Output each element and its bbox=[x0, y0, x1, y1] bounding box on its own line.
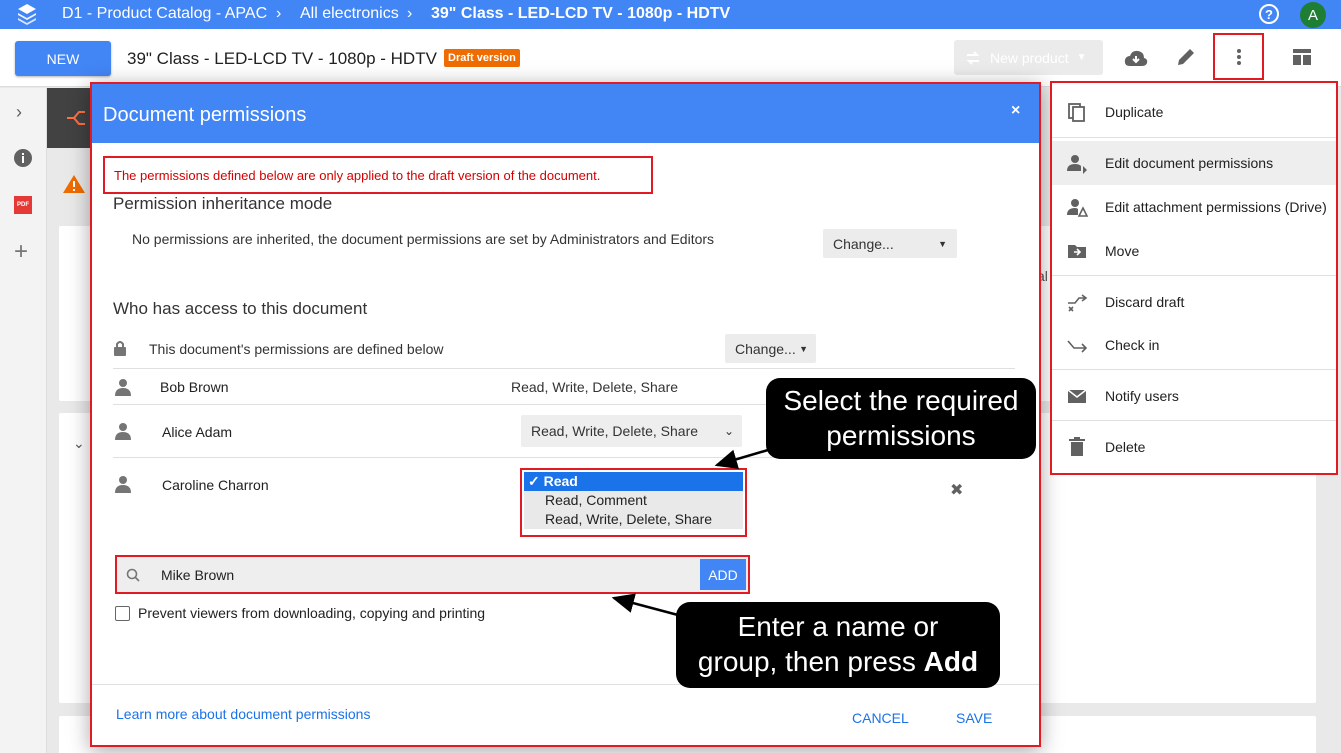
callout-arrow bbox=[611, 593, 679, 617]
callout-arrow bbox=[714, 448, 769, 469]
callout-select-permissions: Select the required permissions bbox=[766, 378, 1036, 459]
callout-text: permissions bbox=[826, 420, 976, 451]
callout-text-bold: Add bbox=[923, 646, 979, 677]
callout-enter-name: Enter a name or group, then press Add bbox=[676, 602, 1000, 688]
callout-text-line2: group, then press Add bbox=[676, 644, 1000, 679]
callout-text: group, then press bbox=[697, 646, 924, 677]
callout-text: Select the required bbox=[783, 385, 1019, 416]
annotation-arrows bbox=[611, 448, 769, 617]
callout-text: Enter a name or bbox=[737, 611, 939, 642]
